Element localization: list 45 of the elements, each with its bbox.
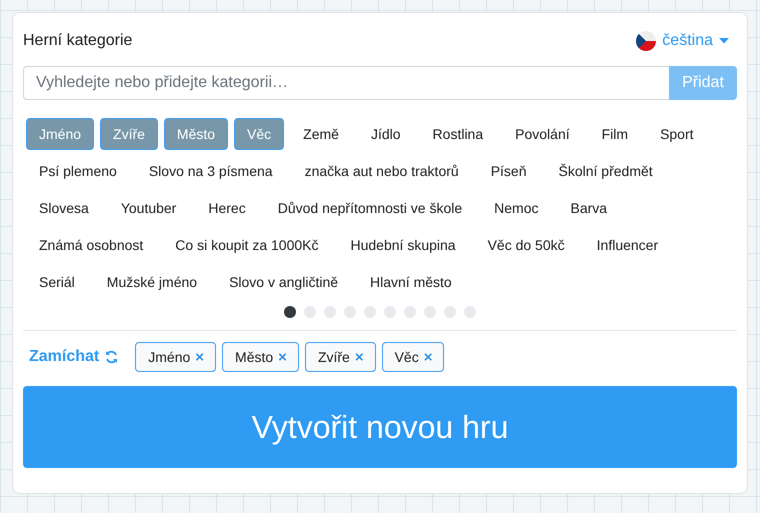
category-chip[interactable]: Známá osobnost	[26, 229, 156, 261]
category-chip[interactable]: Barva	[558, 192, 620, 224]
category-chip[interactable]: Seriál	[26, 266, 88, 298]
category-chip[interactable]: Psí plemeno	[26, 155, 130, 187]
flag-icon	[636, 31, 656, 51]
category-chip[interactable]: Youtuber	[108, 192, 190, 224]
category-chip[interactable]: Nemoc	[481, 192, 552, 224]
refresh-icon	[105, 350, 118, 364]
category-chip[interactable]: Sport	[647, 118, 707, 150]
tag-label: Věc	[394, 349, 419, 365]
category-chip[interactable]: Hudební skupina	[338, 229, 469, 261]
page-dot[interactable]	[464, 306, 476, 318]
card-title: Herní kategorie	[23, 32, 132, 50]
category-chip[interactable]: Školní předmět	[546, 155, 666, 187]
category-chip[interactable]: Píseň	[478, 155, 540, 187]
category-chip[interactable]: Důvod nepřítomnosti ve škole	[264, 192, 476, 224]
page-dot[interactable]	[304, 306, 316, 318]
category-chip[interactable]: Rostlina	[420, 118, 496, 150]
page-dot[interactable]	[364, 306, 376, 318]
active-page-dot[interactable]	[284, 306, 296, 318]
page-dot[interactable]	[384, 306, 396, 318]
tag-label: Jméno	[148, 349, 190, 365]
category-chip[interactable]: Slovo v angličtině	[216, 266, 352, 298]
tag-label: Zvíře	[318, 349, 350, 365]
category-chip[interactable]: Slovo na 3 písmena	[136, 155, 286, 187]
category-chip[interactable]: Herec	[195, 192, 259, 224]
caret-icon	[719, 38, 729, 44]
category-chip[interactable]: Jídlo	[358, 118, 414, 150]
category-chip[interactable]: Hlavní město	[357, 266, 465, 298]
page-dot[interactable]	[444, 306, 456, 318]
category-chip[interactable]: Povolání	[502, 118, 583, 150]
category-chip[interactable]: Co si koupit za 1000Kč	[162, 229, 332, 261]
page-dot[interactable]	[404, 306, 416, 318]
tag-label: Město	[235, 349, 274, 365]
category-chip[interactable]: Země	[290, 118, 352, 150]
page-dot[interactable]	[344, 306, 356, 318]
page-dot[interactable]	[424, 306, 436, 318]
category-chip[interactable]: Influencer	[584, 229, 672, 261]
category-chip[interactable]: značka aut nebo traktorů	[292, 155, 472, 187]
page-dot[interactable]	[324, 306, 336, 318]
search-field[interactable]: Vyhledejte nebo přidejte kategorii…	[23, 66, 669, 100]
category-chip[interactable]: Věc do 50kč	[474, 229, 578, 261]
category-chip[interactable]: Mužské jméno	[94, 266, 210, 298]
category-chip[interactable]: Film	[588, 118, 642, 150]
category-chip[interactable]: Slovesa	[26, 192, 102, 224]
